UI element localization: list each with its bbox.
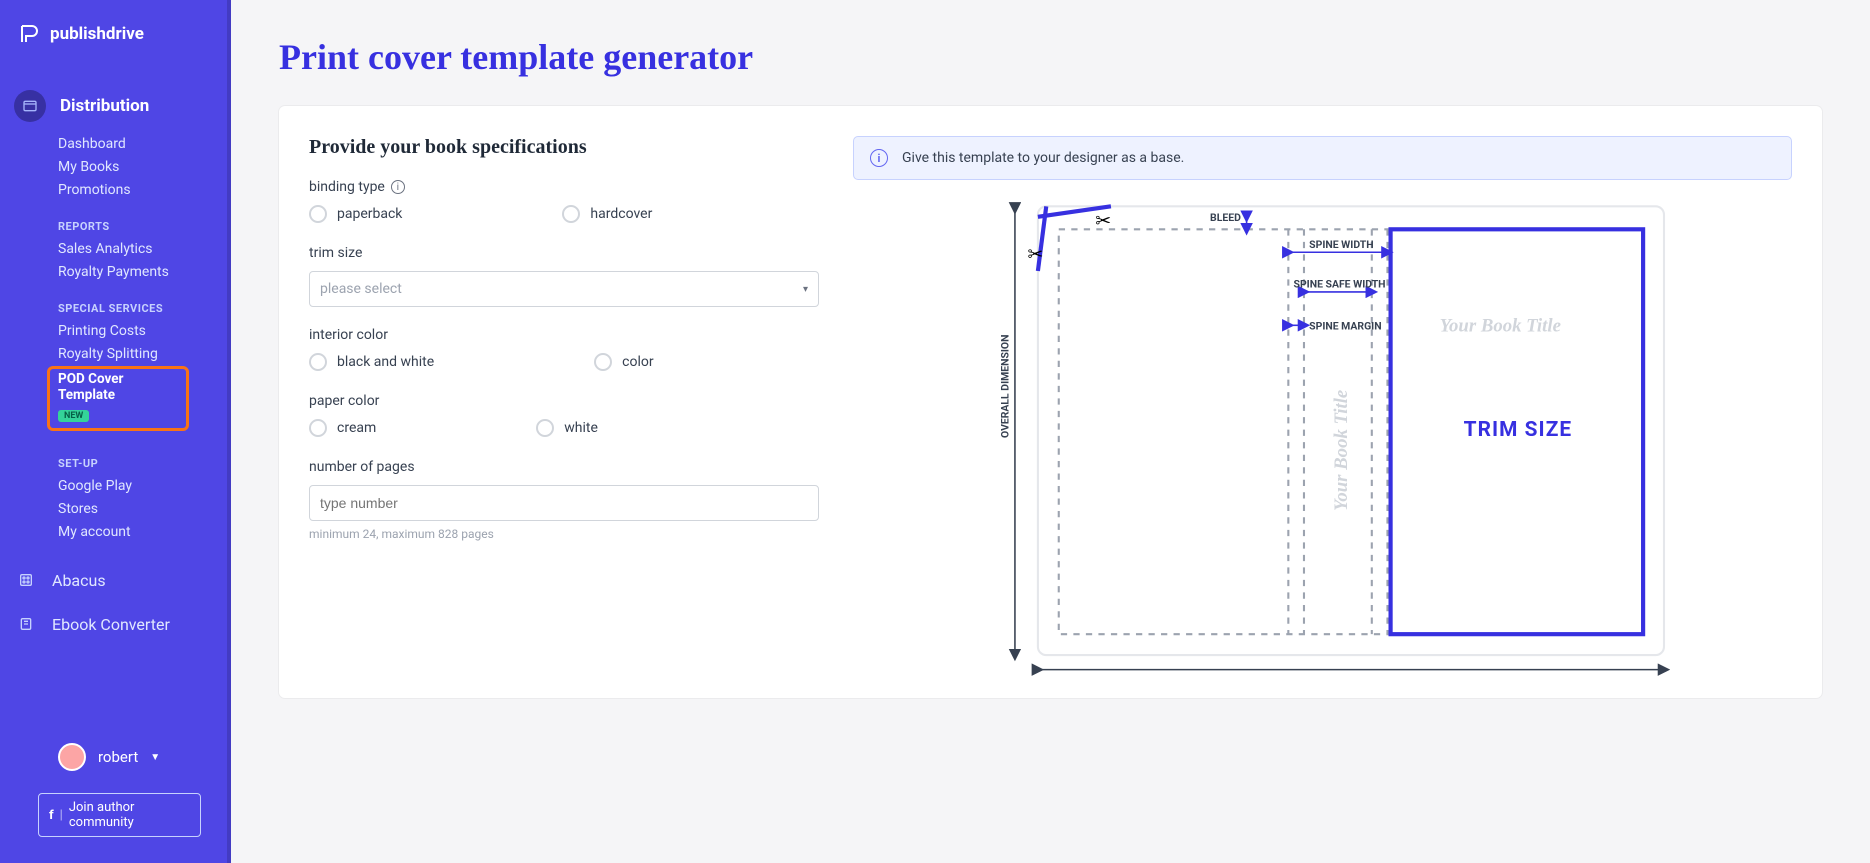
radio-white[interactable]: white [536,419,598,437]
sidebar-item-royalty-payments[interactable]: Royalty Payments [58,264,227,280]
pages-input[interactable] [309,485,819,521]
trim-size-select[interactable]: please select ▾ [309,271,819,307]
radio-color[interactable]: color [594,353,653,371]
radio-hardcover[interactable]: hardcover [562,205,652,223]
trim-size-label: trim size [309,245,819,261]
preview-area: i Give this template to your designer as… [853,136,1792,678]
distribution-label: Distribution [60,96,149,116]
generator-card: Provide your book specifications binding… [279,106,1822,698]
scissors-icon: ✂ [1027,244,1043,266]
caret-down-icon: ▾ [803,284,808,295]
section-special: SPECIAL SERVICES [0,280,227,319]
interior-color-label: interior color [309,327,819,343]
main-content: Print cover template generator Provide y… [231,0,1870,863]
form-heading: Provide your book specifications [309,136,819,159]
overall-dimension-label: OVERALL DIMENSION [999,335,1012,438]
facebook-icon: f [49,808,54,823]
sidebar-item-printing[interactable]: Printing Costs [58,323,227,339]
sidebar-item-ebook-converter[interactable]: Ebook Converter [0,602,227,646]
paper-color-label: paper color [309,393,819,409]
spine-safe-label: SPINE SAFE WIDTH [1294,278,1386,291]
brand-logo[interactable]: publishdrive [0,0,227,56]
sidebar-item-pod-cover-template[interactable]: POD Cover Template NEW [47,366,189,431]
converter-label: Ebook Converter [52,615,170,634]
spec-form: Provide your book specifications binding… [309,136,819,678]
spine-title-ghost: Your Book Title [1331,390,1352,511]
info-icon[interactable]: i [391,180,405,194]
radio-paperback[interactable]: paperback [309,205,402,223]
user-menu[interactable]: robert ▼ [14,735,213,779]
sidebar-item-mybooks[interactable]: My Books [58,159,227,175]
sidebar-item-promotions[interactable]: Promotions [58,182,227,198]
info-icon: i [870,149,888,167]
section-reports: REPORTS [0,198,227,237]
nav-distribution[interactable]: Distribution [0,76,227,132]
bleed-label: BLEED [1210,211,1241,224]
cover-diagram: OVERALL DIMENSION ✂ ✂ BLEED [853,198,1792,678]
sidebar-item-myaccount[interactable]: My account [58,524,227,540]
info-banner: i Give this template to your designer as… [853,136,1792,180]
binding-type-label: binding type i [309,179,819,195]
spine-width-label: SPINE WIDTH [1309,238,1373,251]
sidebar-item-stores[interactable]: Stores [58,501,227,517]
new-badge: NEW [58,410,89,422]
distribution-icon [14,90,46,122]
join-community-button[interactable]: f | Join author community [38,793,201,837]
radio-cream[interactable]: cream [309,419,376,437]
page-title: Print cover template generator [279,36,1822,78]
join-label: Join author community [69,800,190,830]
sidebar-item-abacus[interactable]: Abacus [0,558,227,602]
sidebar: publishdrive Distribution Dashboard My B… [0,0,231,863]
converter-icon [14,612,38,636]
pages-label: number of pages [309,459,819,475]
abacus-label: Abacus [52,571,106,590]
section-setup: SET-UP [0,435,227,474]
sidebar-item-royalty-splitting[interactable]: Royalty Splitting [58,346,227,362]
logo-icon [18,22,42,46]
sidebar-item-dashboard[interactable]: Dashboard [58,136,227,152]
front-title-ghost: Your Book Title [1440,316,1561,337]
banner-text: Give this template to your designer as a… [902,150,1184,166]
sidebar-item-googleplay[interactable]: Google Play [58,478,227,494]
radio-bw[interactable]: black and white [309,353,434,371]
sidebar-item-sales[interactable]: Sales Analytics [58,241,227,257]
pages-helper: minimum 24, maximum 828 pages [309,527,819,541]
abacus-icon [14,568,38,592]
pod-cover-label: POD Cover Template [58,371,180,403]
brand-name: publishdrive [50,24,144,44]
trim-size-label: TRIM SIZE [1464,418,1573,442]
user-name: robert [98,748,138,766]
chevron-down-icon: ▼ [150,752,160,763]
avatar [58,743,86,771]
spine-margin-label: SPINE MARGIN [1309,319,1381,332]
trim-placeholder: please select [320,281,402,297]
